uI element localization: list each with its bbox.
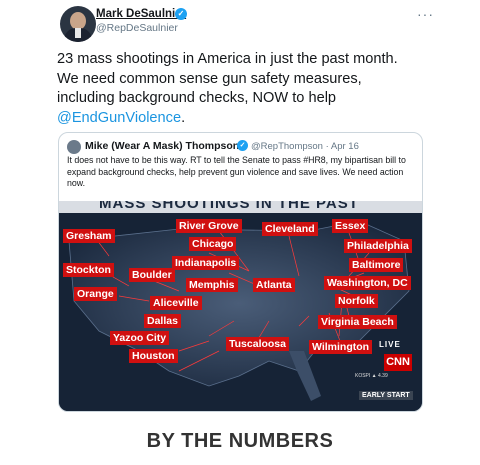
author-name[interactable]: Mark DeSaulnier	[96, 8, 186, 20]
city-label: Yazoo City	[110, 331, 170, 345]
hashtag-link[interactable]: @EndGunViolence	[57, 110, 181, 126]
cnn-logo: CNN	[384, 354, 412, 371]
city-label: River Grove	[176, 219, 242, 233]
city-label: Baltimore	[349, 258, 404, 272]
quoted-image-map[interactable]: MASS SHOOTINGS IN THE PAST MONTH Gresham…	[59, 201, 422, 411]
hashtag-suffix: .	[181, 109, 186, 126]
author-avatar[interactable]	[60, 6, 96, 42]
more-options-icon[interactable]: ···	[417, 6, 434, 22]
author-handle[interactable]: @RepDeSaulnier	[96, 22, 178, 34]
tweet-text-line: @EndGunViolence.	[57, 109, 427, 129]
city-label: Orange	[74, 287, 117, 301]
quoted-verified-icon: ✓	[237, 140, 248, 151]
tweet-text: 23 mass shootings in America in just the…	[57, 50, 427, 128]
city-label: Wilmington	[309, 340, 373, 354]
early-start-tag: EARLY START	[359, 391, 413, 400]
city-label: Norfolk	[335, 294, 378, 308]
verified-badge-icon: ✓	[175, 8, 187, 20]
avatar-shirt	[75, 28, 81, 38]
city-label: Chicago	[189, 237, 237, 251]
tweet-card: Mark DeSaulnier ✓ @RepDeSaulnier ··· 23 …	[0, 0, 480, 420]
tweet-text-line: including background checks, NOW to help	[57, 90, 337, 106]
city-label: Memphis	[186, 278, 238, 292]
city-label: Washington, DC	[324, 276, 411, 290]
city-label: Philadelphia	[344, 239, 412, 253]
city-label: Tuscaloosa	[226, 337, 289, 351]
city-label: Dallas	[144, 314, 181, 328]
city-label: Aliceville	[150, 296, 202, 310]
tweet-text-line: 23 mass shootings in America in just the…	[57, 51, 398, 67]
city-label: Boulder	[129, 268, 175, 282]
city-label: Atlanta	[253, 278, 295, 292]
city-label: Stockton	[63, 263, 114, 277]
quoted-tweet[interactable]: Mike (Wear A Mask) Thompson ✓ @RepThomps…	[58, 132, 423, 412]
map-banner-text: MASS SHOOTINGS IN THE PAST MONTH	[99, 201, 359, 213]
quoted-avatar	[67, 140, 81, 154]
map-banner: MASS SHOOTINGS IN THE PAST MONTH	[59, 201, 422, 213]
quoted-text: It does not have to be this way. RT to t…	[67, 155, 406, 188]
city-label: Houston	[129, 349, 178, 363]
ticker-text: KOSPI ▲ 4.39	[355, 373, 388, 379]
city-label: Virginia Beach	[318, 315, 397, 329]
by-the-numbers-heading: BY THE NUMBERS	[146, 430, 334, 452]
quoted-handle-date: @RepThompson · Apr 16	[251, 141, 359, 152]
city-label: Gresham	[63, 229, 115, 243]
city-label: Cleveland	[262, 222, 318, 236]
live-indicator: LIVE	[379, 340, 401, 349]
city-label: Indianapolis	[172, 256, 240, 270]
city-label: Essex	[332, 219, 369, 233]
quoted-author-name: Mike (Wear A Mask) Thompson	[85, 140, 240, 152]
tweet-text-line: We need common sense gun safety measures…	[57, 70, 362, 87]
